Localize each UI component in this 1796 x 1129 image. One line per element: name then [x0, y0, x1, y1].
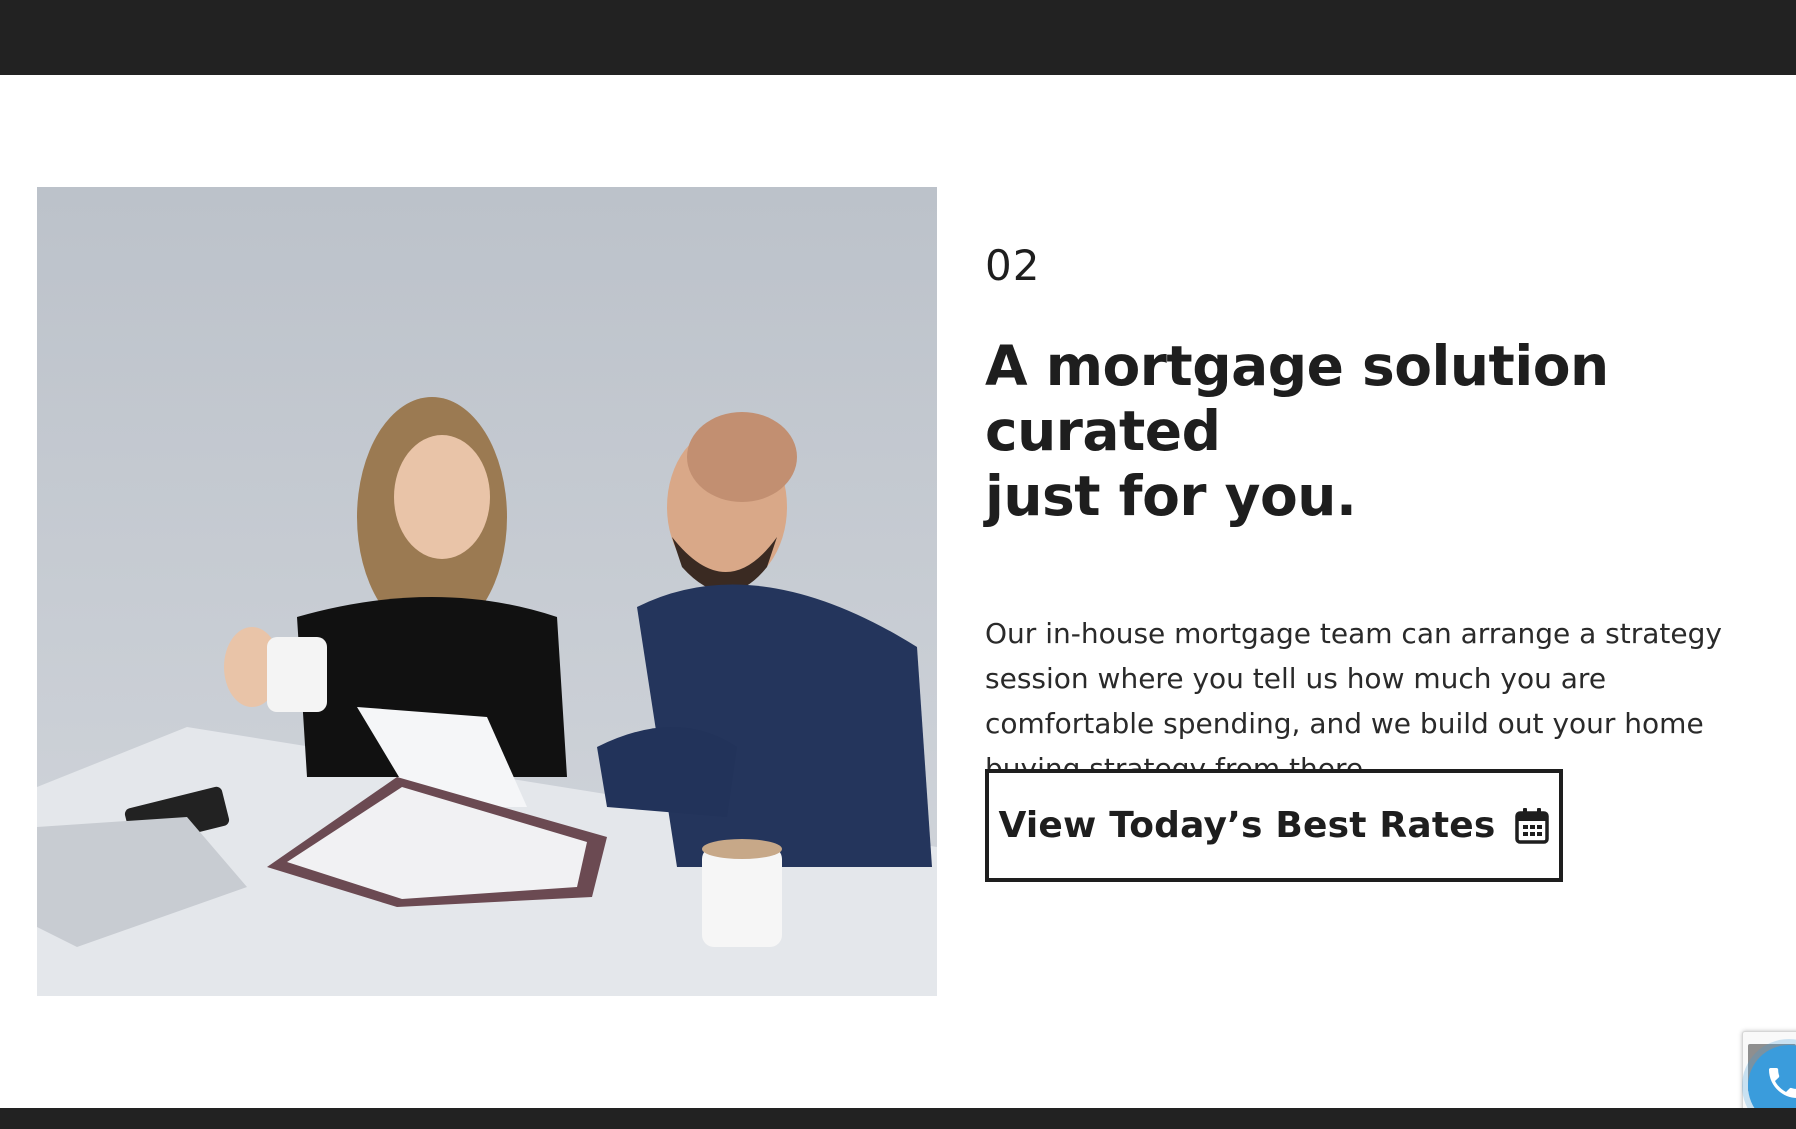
view-best-rates-button[interactable]: View Today’s Best Rates [985, 769, 1563, 882]
photo-illustration [37, 187, 937, 996]
phone-icon [1769, 1068, 1796, 1098]
step-number: 02 [985, 241, 1041, 290]
description-line-3: comfortable spending, and we build out y… [985, 707, 1704, 740]
headline-line-2: just for you. [985, 464, 1357, 528]
description-line-1: Our in-house mortgage team can arrange a… [985, 617, 1722, 650]
view-best-rates-label: View Today’s Best Rates [998, 805, 1496, 846]
calendar-icon [1514, 807, 1549, 844]
headline-line-1: A mortgage solution curated [985, 334, 1609, 463]
feature-content: 02 A mortgage solution curated just for … [985, 240, 1745, 791]
description-line-2: session where you tell us how much you a… [985, 662, 1607, 695]
top-nav-bar [0, 0, 1796, 75]
section-headline: A mortgage solution curated just for you… [985, 334, 1745, 529]
footer-bar [0, 1108, 1796, 1129]
hero-photo [37, 187, 937, 996]
section-description: Our in-house mortgage team can arrange a… [985, 611, 1725, 791]
